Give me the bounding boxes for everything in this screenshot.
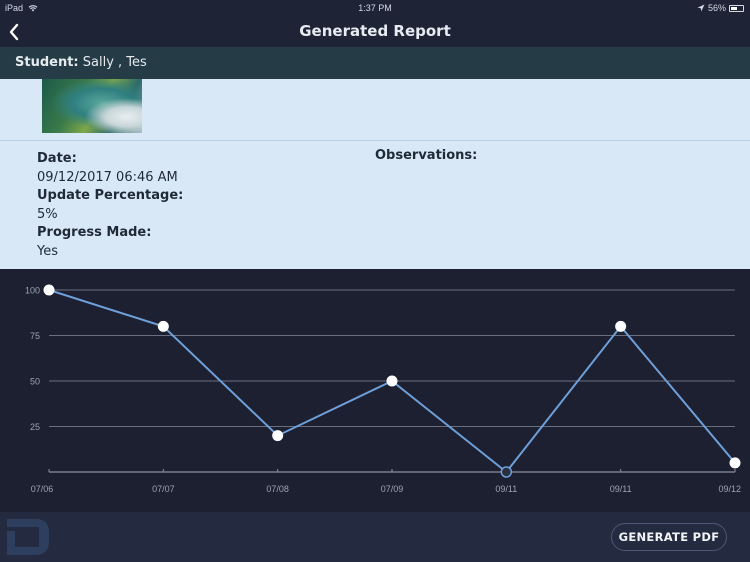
data-point bbox=[43, 284, 55, 296]
x-tick-label: 07/09 bbox=[381, 484, 404, 494]
app-logo-icon bbox=[7, 519, 49, 555]
y-tick-label: 50 bbox=[30, 377, 40, 387]
battery-icon bbox=[729, 4, 744, 12]
x-tick-label: 09/11 bbox=[610, 484, 632, 494]
footer-bar: GENERATE PDF bbox=[0, 512, 750, 562]
date-label: Date: bbox=[37, 151, 77, 166]
report-photo[interactable] bbox=[42, 79, 142, 133]
y-tick-label: 25 bbox=[30, 422, 40, 432]
observations-label: Observations: bbox=[375, 148, 478, 163]
x-tick-label: 09/11 bbox=[495, 484, 517, 494]
generate-pdf-button[interactable]: GENERATE PDF bbox=[611, 523, 727, 551]
student-bar: Student: Sally , Tes bbox=[0, 47, 750, 79]
date-value: 09/12/2017 06:46 AM bbox=[37, 169, 178, 185]
update-percentage-value: 5% bbox=[37, 206, 58, 222]
nav-bar: Generated Report bbox=[0, 16, 750, 47]
student-name: Sally , Tes bbox=[82, 55, 147, 70]
data-point bbox=[386, 375, 398, 387]
x-tick-label: 09/12 bbox=[718, 484, 741, 494]
update-percentage-label: Update Percentage: bbox=[37, 188, 184, 203]
progress-made-label: Progress Made: bbox=[37, 225, 152, 240]
progress-chart: 25 50 75 100 07/06 07/07 07/08 07/09 09/11 09/11 0… bbox=[0, 269, 750, 512]
x-tick-label: 07/06 bbox=[31, 484, 54, 494]
y-tick-label: 75 bbox=[30, 331, 40, 341]
data-point bbox=[272, 430, 284, 442]
data-point bbox=[157, 320, 169, 332]
student-label: Student: bbox=[15, 55, 79, 70]
status-bar: iPad 1:37 PM 56% bbox=[0, 0, 750, 16]
report-details: Date: 09/12/2017 06:46 AM Update Percent… bbox=[0, 141, 750, 269]
x-tick-label: 07/08 bbox=[266, 484, 289, 494]
details-left-column: Date: 09/12/2017 06:46 AM Update Percent… bbox=[37, 150, 183, 261]
battery-percent: 56% bbox=[707, 3, 726, 13]
data-point bbox=[615, 320, 627, 332]
details-right-column: Observations: bbox=[375, 148, 477, 163]
page-title: Generated Report bbox=[299, 22, 451, 40]
status-right: 56% bbox=[697, 3, 744, 13]
progress-made-value: Yes bbox=[37, 243, 58, 259]
x-tick-label: 07/07 bbox=[152, 484, 175, 494]
photo-row bbox=[0, 79, 750, 141]
clock: 1:37 PM bbox=[358, 3, 392, 13]
data-point bbox=[729, 457, 741, 469]
data-point-selected bbox=[500, 466, 513, 478]
y-tick-label: 100 bbox=[25, 286, 40, 296]
location-arrow-icon bbox=[697, 4, 705, 12]
line-chart: 25 50 75 100 07/06 07/07 07/08 07/09 09/11 09/11 0… bbox=[25, 284, 741, 494]
battery-fill bbox=[731, 6, 738, 10]
